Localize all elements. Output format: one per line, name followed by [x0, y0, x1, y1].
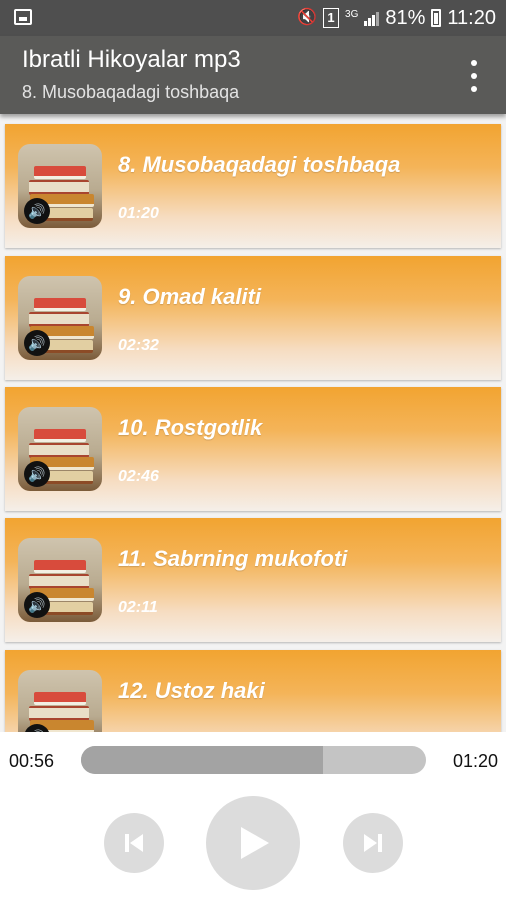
current-time: 00:56	[9, 751, 55, 771]
book-stack-thumbnail: 🔊	[18, 144, 102, 228]
network-type: 3G	[345, 8, 359, 20]
seek-bar[interactable]	[81, 746, 426, 774]
app-bar: Ibratli Hikoyalar mp3 8. Musobaqadagi to…	[0, 36, 506, 114]
track-title: 9. Omad kaliti	[118, 284, 262, 309]
book-stack-thumbnail: 🔊	[18, 670, 102, 732]
list-item[interactable]: 🔊 10. Rostgotlik 02:46	[5, 387, 501, 511]
list-item[interactable]: 🔊 9. Omad kaliti 02:32	[5, 256, 501, 380]
app-title: Ibratli Hikoyalar mp3	[22, 46, 241, 73]
book-stack-thumbnail: 🔊	[18, 407, 102, 491]
play-icon	[241, 827, 269, 859]
image-icon	[14, 9, 32, 25]
speaker-icon: 🔊	[24, 330, 50, 356]
track-duration: 02:46	[118, 468, 159, 485]
list-item[interactable]: 🔊 12. Ustoz haki	[5, 650, 501, 732]
mute-icon: 🔇	[297, 9, 318, 26]
track-duration: 02:11	[118, 599, 158, 616]
seek-progress	[81, 746, 323, 774]
next-icon	[364, 834, 382, 852]
list-item[interactable]: 🔊 8. Musobaqadagi toshbaqa 01:20	[5, 124, 501, 248]
speaker-icon: 🔊	[24, 198, 50, 224]
total-time: 01:20	[452, 751, 498, 771]
next-button[interactable]	[343, 813, 403, 873]
signal-icon	[364, 10, 380, 26]
now-playing-subtitle: 8. Musobaqadagi toshbaqa	[22, 82, 240, 102]
status-bar: 🔇 1 3G 81% 11:20	[0, 0, 506, 36]
speaker-icon: 🔊	[24, 461, 50, 487]
book-stack-thumbnail: 🔊	[18, 276, 102, 360]
sim-icon: 1	[323, 8, 340, 28]
overflow-menu-icon[interactable]	[462, 60, 486, 92]
play-button[interactable]	[206, 796, 300, 890]
track-duration: 01:20	[118, 205, 159, 222]
player-controls: 00:56 01:20	[0, 732, 506, 900]
list-item[interactable]: 🔊 11. Sabrning mukofoti 02:11	[5, 518, 501, 642]
track-duration: 02:32	[118, 337, 159, 354]
clock: 11:20	[447, 6, 496, 29]
status-icons: 🔇 1 3G 81% 11:20	[297, 6, 496, 30]
previous-button[interactable]	[104, 813, 164, 873]
track-title: 11. Sabrning mukofoti	[118, 546, 348, 571]
speaker-icon: 🔊	[24, 592, 50, 618]
battery-percent: 81%	[385, 6, 426, 29]
track-title: 12. Ustoz haki	[118, 678, 265, 703]
track-title: 8. Musobaqadagi toshbaqa	[118, 152, 401, 177]
book-stack-thumbnail: 🔊	[18, 538, 102, 622]
track-list[interactable]: 🔊 8. Musobaqadagi toshbaqa 01:20 🔊 9. Om…	[0, 114, 506, 732]
previous-icon	[125, 834, 143, 852]
track-title: 10. Rostgotlik	[118, 415, 263, 440]
battery-charging-icon	[431, 9, 442, 27]
